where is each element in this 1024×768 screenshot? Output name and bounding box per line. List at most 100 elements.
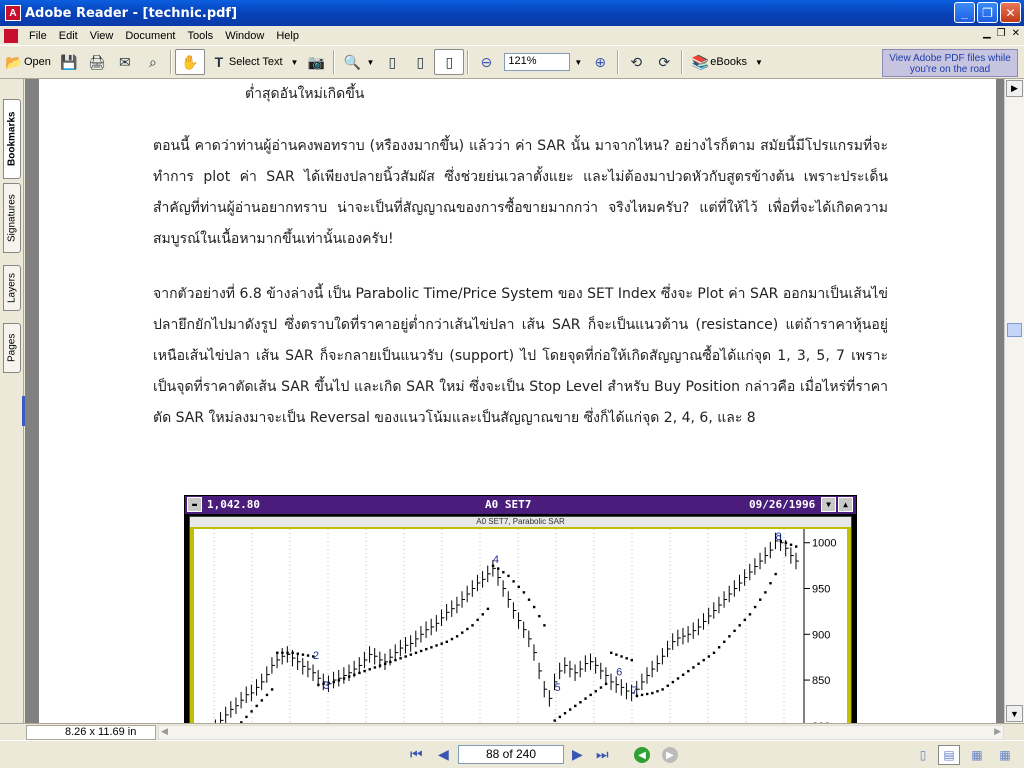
facing-layout-icon[interactable]: ▦ [966,745,988,765]
paragraph-1: ตอนนี้ คาดว่าท่านผู้อ่านคงพอทราบ (หรืองง… [153,138,888,247]
tab-layers[interactable]: Layers [3,265,21,311]
menu-edit[interactable]: Edit [54,30,85,42]
menu-file[interactable]: File [24,30,54,42]
zoom-input[interactable]: 121% [504,53,571,71]
page-number-input[interactable]: 88 of 240 [458,745,564,764]
menu-view[interactable]: View [85,30,121,42]
minimize-button[interactable]: _ [954,2,975,23]
ebooks-button[interactable]: 📚 eBooks ▼ [686,49,767,75]
hand-tool-button[interactable]: ✋ [174,49,205,75]
save-button[interactable]: 💾 [55,49,83,75]
chart-sar-point [646,692,649,696]
chart-maximize-icon[interactable]: ▲ [838,497,853,512]
menu-bar: File Edit View Document Tools Window Hel… [0,26,1024,45]
doc-restore-icon[interactable]: ❐ [997,28,1006,39]
chart-sar-point [527,598,531,601]
previous-page-icon[interactable]: ◀ [438,746,449,763]
folder-open-icon: 📂 [5,53,23,70]
pdf-document-icon[interactable] [4,28,18,43]
scroll-down-arrow-icon[interactable]: ▼ [1006,705,1023,722]
chart-sar-point [517,585,520,589]
chart-sar-point [620,655,623,658]
search-button[interactable]: ⌕ [139,49,167,75]
snapshot-button[interactable]: 📷 [302,49,330,75]
single-page-layout-icon[interactable]: ▯ [912,745,934,765]
scroll-right-arrow-icon[interactable]: ▶ [1006,80,1023,97]
chart-system-menu-icon[interactable]: ▬ [187,497,202,512]
close-button[interactable]: ✕ [1000,2,1021,23]
chevron-down-icon[interactable]: ▼ [291,58,299,67]
menu-document[interactable]: Document [120,30,182,42]
chart-sar-point [574,704,577,708]
chart-sar-point [666,684,669,687]
horizontal-scrollbar[interactable]: ◀ ▶ [158,725,1004,740]
menu-help[interactable]: Help [271,30,306,42]
menu-window[interactable]: Window [220,30,271,42]
vertical-scroll-thumb[interactable] [1007,323,1022,337]
continuous-facing-layout-icon[interactable]: ▦ [994,745,1016,765]
chart-sar-point [671,680,675,684]
document-viewport[interactable]: ต่ำสุดอันใหม่เกิดขึ้น ตอนนี้ คาดว่าท่านผ… [35,79,1004,723]
rotate-ccw-button[interactable]: ⟲ [622,49,650,75]
chevron-down-icon[interactable]: ▼ [366,58,374,67]
chart-sar-point [676,677,680,680]
chart-sar-point [265,693,269,697]
chart-sar-point [455,635,459,638]
continuous-layout-icon[interactable]: ▤ [938,745,960,765]
maximize-button[interactable]: ❐ [977,2,998,23]
chart-sar-point [687,669,690,673]
select-text-button[interactable]: T Select Text ▼ [205,49,303,75]
tab-pages[interactable]: Pages [3,323,21,373]
chart-sar-point [286,651,289,654]
zoom-in-button[interactable]: ⊕ [586,49,614,75]
chart-minimize-icon[interactable]: ▼ [821,497,836,512]
next-page-icon[interactable]: ▶ [572,746,583,763]
chart-sar-point [568,708,572,711]
zoom-out-icon: ⊖ [480,53,493,70]
chart-sar-point [348,675,351,678]
doc-minimize-icon[interactable]: ▁ [983,28,991,39]
actual-size-button[interactable]: ▯ [378,49,406,75]
vertical-scrollbar[interactable]: ▶ ▼ [1004,79,1024,723]
scroll-right-arrow-icon[interactable]: ▶ [994,726,1001,737]
chevron-down-icon[interactable]: ▼ [755,58,763,67]
document-gutter [25,79,35,723]
promo-banner[interactable]: View Adobe PDF files while you're on the… [882,49,1018,77]
zoom-level[interactable]: 121% ▼ [500,49,586,75]
chart-sar-point [245,715,248,719]
previous-view-icon[interactable]: ◀ [634,747,650,763]
menu-tools[interactable]: Tools [183,30,221,42]
title-bar: A Adobe Reader - [technic.pdf] _ ❐ ✕ [0,0,1024,26]
chart-date: 09/26/1996 [749,498,816,511]
fit-width-button[interactable]: ▯ [434,49,465,75]
save-icon: 💾 [60,53,78,70]
first-page-icon[interactable]: ⏮ [410,746,423,763]
chart-sar-point [599,686,603,689]
doc-close-icon[interactable]: ✕ [1012,28,1020,39]
chart-sar-point [625,657,628,660]
chart-sar-point [604,682,608,686]
next-view-icon[interactable]: ▶ [662,747,678,763]
email-button[interactable]: ✉ [111,49,139,75]
open-label: Open [24,56,51,68]
tab-bookmarks[interactable]: Bookmarks [3,99,21,179]
chart-sar-point [733,629,736,633]
fit-width-icon: ▯ [445,53,454,70]
chart-sar-point [373,666,377,669]
chevron-down-icon[interactable]: ▼ [574,58,582,67]
zoom-out-button[interactable]: ⊖ [472,49,500,75]
scroll-left-arrow-icon[interactable]: ◀ [161,726,168,737]
fit-page-button[interactable]: ▯ [406,49,434,75]
open-button[interactable]: 📂 Open [0,49,55,75]
printer-icon: 🖨 [88,53,106,70]
parabolic-sar-chart: 80085090095010002345678 [194,529,847,723]
chart-sar-point [784,541,788,545]
chart-sar-point [430,646,433,649]
status-bar: ⏮ ◀ 88 of 240 ▶ ⏭ ◀ ▶ ▯ ▤ ▦ ▦ [0,740,1024,768]
last-page-icon[interactable]: ⏭ [596,746,609,763]
chart-sar-point [435,644,438,647]
rotate-cw-button[interactable]: ⟳ [650,49,678,75]
print-button[interactable]: 🖨 [83,49,111,75]
zoom-tool-button[interactable]: 🔍 ▼ [338,49,378,75]
tab-signatures[interactable]: Signatures [3,183,21,253]
